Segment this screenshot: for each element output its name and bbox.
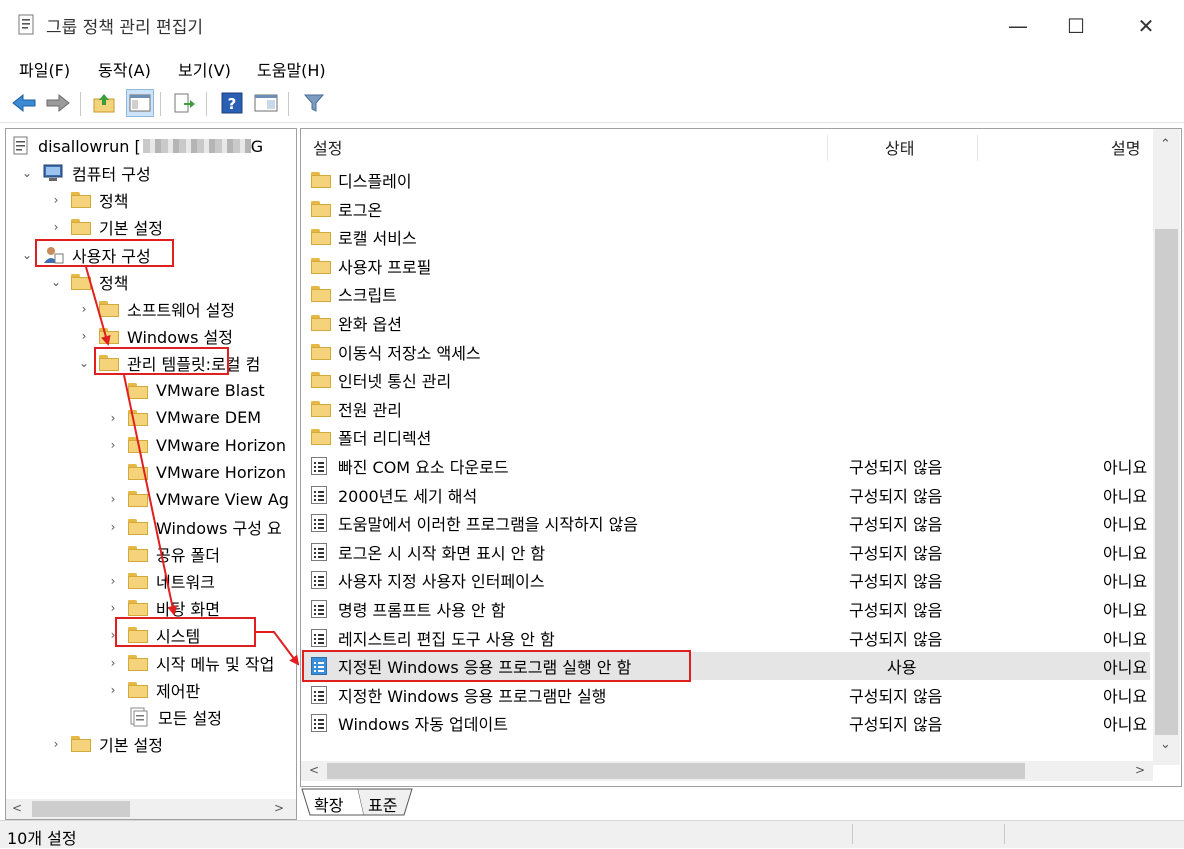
annotation-arrows	[85, 266, 300, 666]
